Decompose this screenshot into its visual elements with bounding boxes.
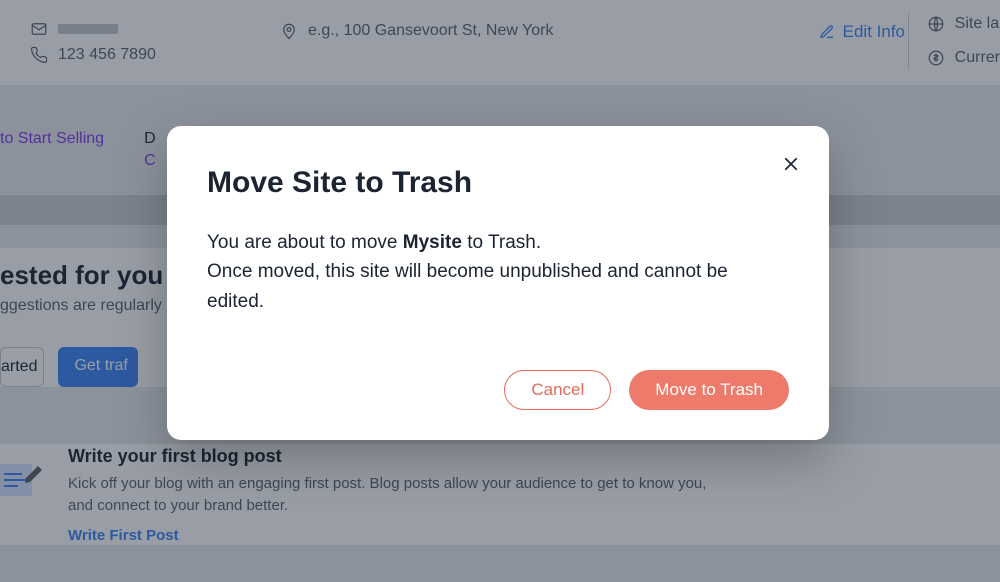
modal-body: You are about to move Mysite to Trash. O… — [207, 228, 789, 316]
modal-body-line2: Once moved, this site will become unpubl… — [207, 261, 728, 311]
modal-site-name: Mysite — [403, 232, 462, 253]
modal-title: Move Site to Trash — [207, 166, 789, 200]
move-to-trash-modal: Move Site to Trash You are about to move… — [167, 126, 829, 440]
close-icon — [782, 155, 800, 173]
modal-body-mid: to Trash. — [462, 232, 541, 253]
modal-actions: Cancel Move to Trash — [207, 370, 789, 410]
cancel-button[interactable]: Cancel — [504, 370, 611, 410]
close-button[interactable] — [777, 150, 805, 178]
modal-body-prefix: You are about to move — [207, 232, 403, 253]
move-to-trash-button[interactable]: Move to Trash — [629, 370, 789, 410]
